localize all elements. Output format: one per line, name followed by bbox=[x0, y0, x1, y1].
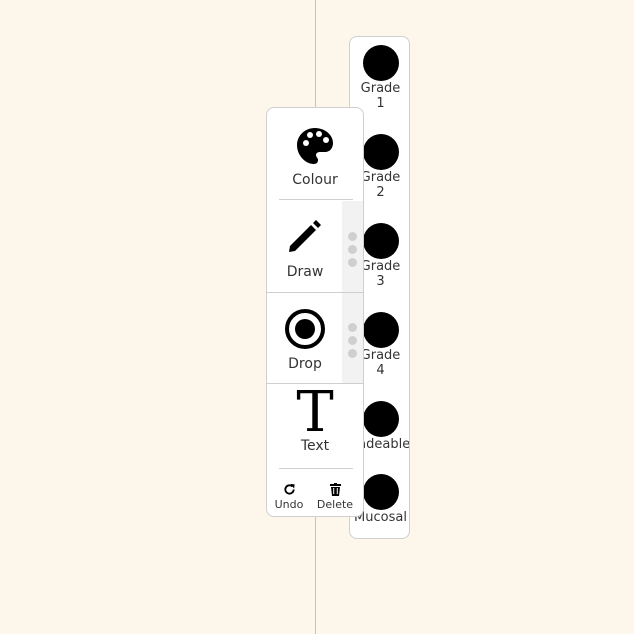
colour-swatch bbox=[362, 401, 399, 437]
colour-swatch bbox=[362, 223, 399, 259]
separator bbox=[279, 199, 353, 200]
grade-option-1[interactable]: Grade 1 bbox=[350, 45, 409, 111]
delete-label: Delete bbox=[316, 498, 354, 511]
delete-button[interactable]: Delete bbox=[313, 483, 357, 511]
colour-swatch bbox=[362, 45, 399, 81]
text-tool-button[interactable]: T Text bbox=[267, 384, 363, 459]
separator bbox=[279, 468, 353, 469]
colour-swatch bbox=[362, 134, 399, 170]
draw-tool-label: Draw bbox=[286, 264, 324, 280]
undo-label: Undo bbox=[274, 498, 304, 511]
dot bbox=[348, 232, 357, 241]
colour-swatch bbox=[362, 474, 399, 510]
draw-options-handle[interactable] bbox=[342, 201, 363, 292]
colour-swatch bbox=[362, 312, 399, 348]
pencil-icon bbox=[289, 220, 321, 252]
colour-tool-label: Colour bbox=[292, 172, 338, 188]
text-icon: T bbox=[296, 380, 334, 445]
palette-icon bbox=[297, 128, 333, 164]
dot bbox=[348, 336, 357, 345]
dot bbox=[348, 245, 357, 254]
grade-label: Grade bbox=[360, 82, 401, 96]
dot bbox=[348, 323, 357, 332]
dot bbox=[348, 349, 357, 358]
drop-tool-label: Drop bbox=[288, 356, 322, 372]
undo-icon bbox=[283, 483, 295, 495]
undo-button[interactable]: Undo bbox=[271, 483, 307, 511]
trash-icon bbox=[329, 483, 341, 496]
drop-tool-button[interactable]: Drop bbox=[267, 308, 343, 382]
draw-tool-button[interactable]: Draw bbox=[267, 216, 343, 290]
dot bbox=[348, 258, 357, 267]
target-icon bbox=[285, 309, 325, 349]
colour-tool-button[interactable]: Colour bbox=[267, 126, 363, 196]
tool-panel: Colour Draw Drop T Text Undo Delete bbox=[266, 107, 364, 517]
drop-options-handle[interactable] bbox=[342, 293, 363, 383]
text-tool-label: Text bbox=[300, 438, 330, 454]
